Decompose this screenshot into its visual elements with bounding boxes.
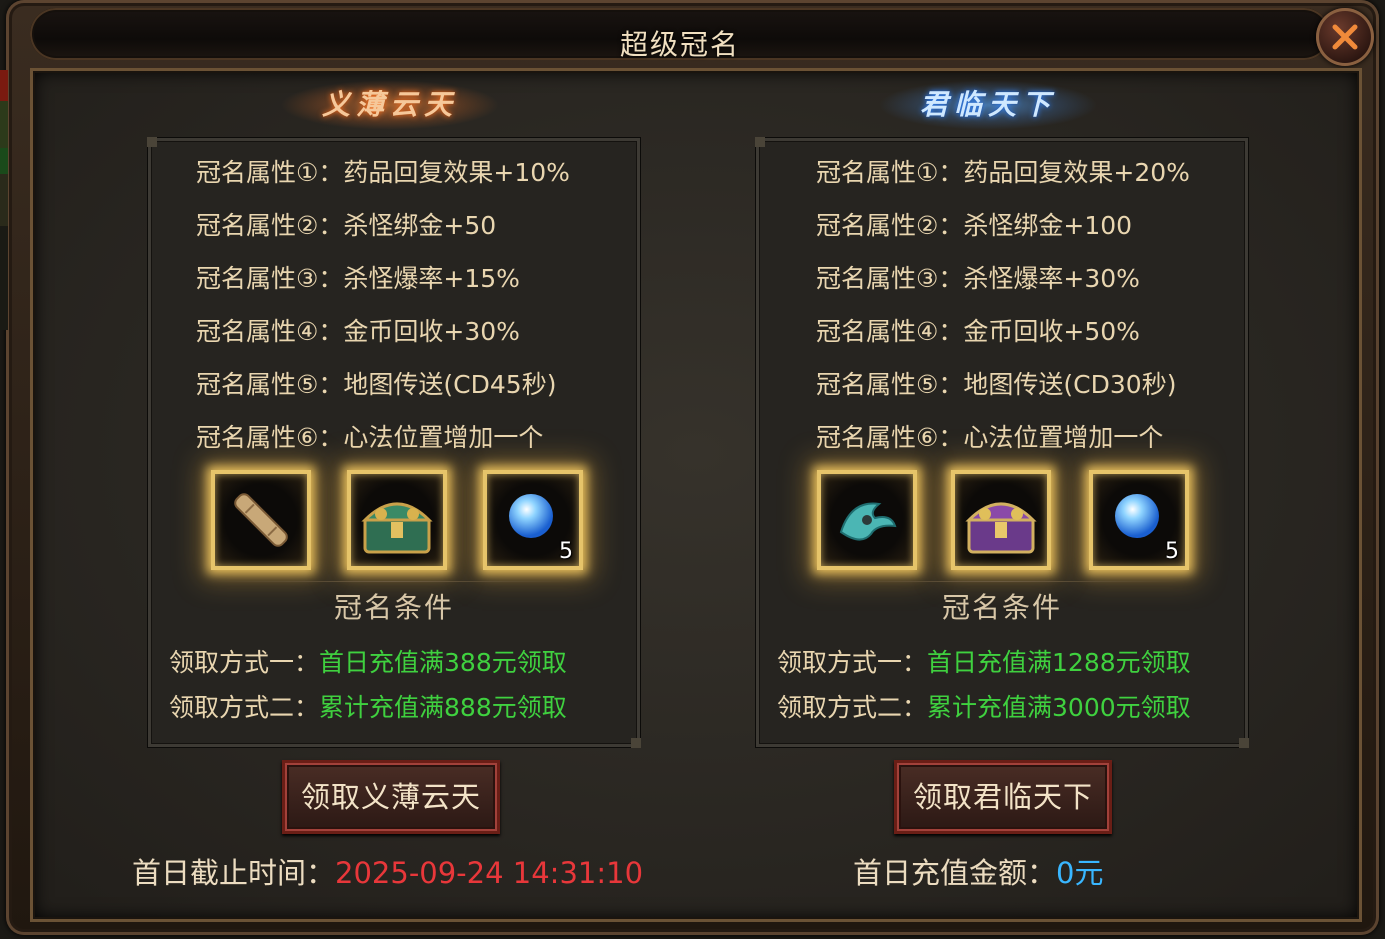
- condition-title: 冠名条件: [333, 591, 454, 624]
- claim-yibo-button[interactable]: 领取义薄云天: [282, 760, 500, 834]
- reward-item-slot[interactable]: [211, 470, 311, 570]
- reward-item-slot[interactable]: [347, 470, 447, 570]
- reward-item-slot[interactable]: [951, 470, 1051, 570]
- attribute-row: 冠名属性④：金币回收+50%: [816, 317, 1140, 346]
- attribute-row: 冠名属性④：金币回收+30%: [196, 317, 520, 346]
- deadline-row: 首日截止时间：2025-09-24 14:31:10: [132, 850, 643, 892]
- background-strip: [0, 70, 8, 330]
- title-bar: 超级冠名: [30, 8, 1330, 61]
- purple-treasure-chest-icon: [965, 502, 1037, 554]
- divider: [819, 581, 1185, 582]
- dialog-title: 超级冠名: [619, 28, 740, 61]
- item-quantity: 5: [1165, 539, 1179, 564]
- cyan-wing-icon: [839, 502, 897, 541]
- attribute-row: 冠名属性②：杀怪绑金+50: [196, 211, 497, 240]
- divider: [211, 581, 577, 582]
- attribute-row: 冠名属性⑥：心法位置增加一个: [816, 423, 1164, 452]
- reward-item-slot[interactable]: 5: [1089, 470, 1189, 570]
- attribute-row: 冠名属性⑤：地图传送(CD30秒): [816, 370, 1177, 399]
- reward-item-slot[interactable]: [817, 470, 917, 570]
- deadline-value: 2025-09-24 14:31:10: [335, 856, 644, 890]
- panel-title-left: 义薄云天: [280, 80, 500, 130]
- item-quantity: 5: [559, 539, 573, 564]
- attribute-row: 冠名属性②：杀怪绑金+100: [816, 211, 1133, 240]
- attribute-row: 冠名属性①：药品回复效果+10%: [196, 158, 570, 187]
- reward-items: 5: [759, 466, 1245, 576]
- reward-items: 5: [151, 466, 637, 576]
- condition-row: 领取方式二：累计充值满888元领取: [169, 693, 567, 722]
- attribute-row: 冠名属性③：杀怪爆率+30%: [816, 264, 1140, 293]
- reward-item-slot[interactable]: 5: [483, 470, 583, 570]
- scroll-icon: [234, 493, 288, 547]
- attribute-row: 冠名属性⑤：地图传送(CD45秒): [196, 370, 557, 399]
- claim-junlin-button[interactable]: 领取君临天下: [894, 760, 1112, 834]
- condition-row: 领取方式二：累计充值满3000元领取: [777, 693, 1191, 722]
- recharge-amount-value: 0元: [1056, 856, 1104, 890]
- attribute-row: 冠名属性⑥：心法位置增加一个: [196, 423, 544, 452]
- deadline-label: 首日截止时间：: [132, 856, 336, 890]
- condition-row: 领取方式一：首日充值满388元领取: [169, 648, 567, 677]
- close-button[interactable]: [1316, 8, 1374, 66]
- panel-title-right: 君临天下: [878, 80, 1098, 130]
- panel-box-right: 冠名属性①：药品回复效果+20% 冠名属性②：杀怪绑金+100 冠名属性③：杀怪…: [755, 137, 1249, 748]
- attribute-row: 冠名属性①：药品回复效果+20%: [816, 158, 1190, 187]
- panel-box-left: 冠名属性①：药品回复效果+10% 冠名属性②：杀怪绑金+50 冠名属性③：杀怪爆…: [147, 137, 641, 748]
- condition-title: 冠名条件: [941, 591, 1062, 624]
- close-icon: [1332, 24, 1358, 50]
- recharge-amount-label: 首日充值金额：: [853, 856, 1057, 890]
- attribute-row: 冠名属性③：杀怪爆率+15%: [196, 264, 520, 293]
- green-treasure-chest-icon: [361, 502, 433, 554]
- condition-row: 领取方式一：首日充值满1288元领取: [777, 648, 1191, 677]
- recharge-amount-row: 首日充值金额：0元: [853, 850, 1103, 892]
